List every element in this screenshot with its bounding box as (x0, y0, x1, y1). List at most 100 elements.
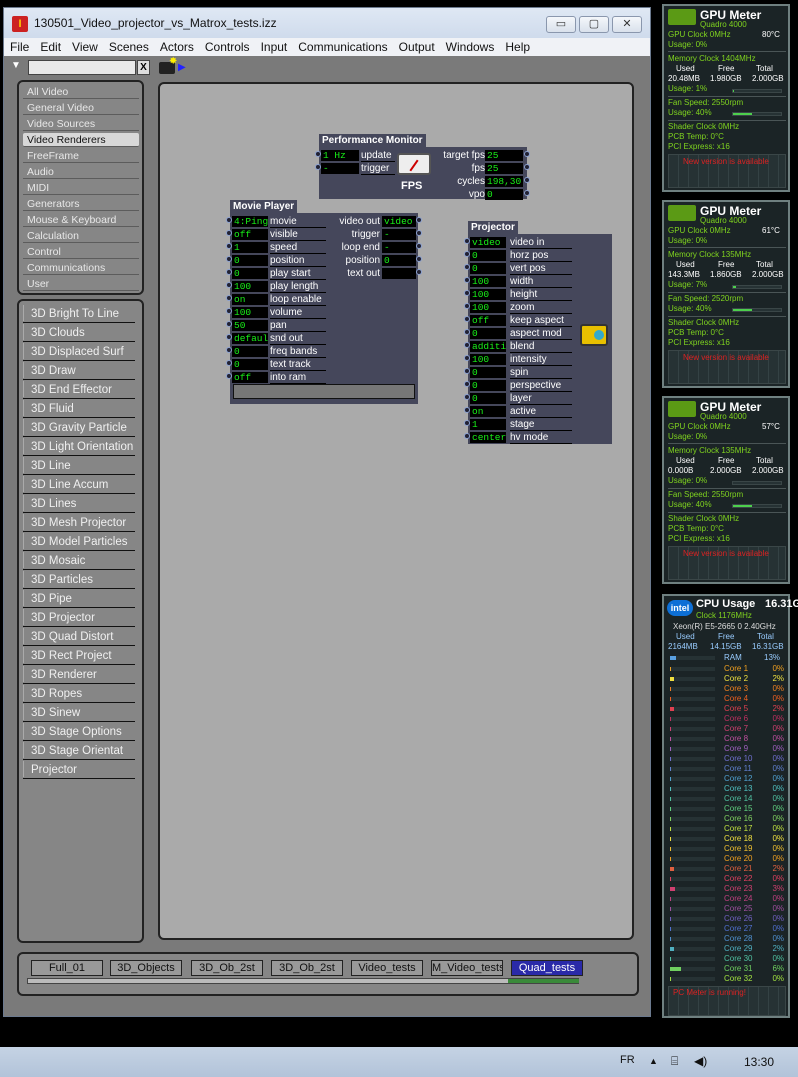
input-value-field[interactable]: on (470, 406, 506, 417)
actor-list-item[interactable]: 3D Light Orientation (23, 438, 135, 456)
scene-tab[interactable]: Quad_tests (511, 960, 583, 976)
category-item[interactable]: Mouse & Keyboard (23, 213, 139, 227)
scene-tab[interactable]: 3D_Objects (110, 960, 182, 976)
category-item[interactable]: User (23, 277, 139, 291)
input-value-field[interactable]: 100 (470, 302, 506, 313)
input-value-field[interactable]: additive (470, 341, 506, 352)
input-value-field[interactable]: on (232, 294, 268, 305)
output-port-dot[interactable] (524, 190, 530, 196)
scene-scroll-bar[interactable] (27, 978, 579, 984)
input-value-field[interactable]: 0 (232, 255, 268, 266)
category-item[interactable]: Control (23, 245, 139, 259)
input-value-field[interactable]: 0 (232, 346, 268, 357)
menu-view[interactable]: View (67, 38, 103, 56)
menu-scenes[interactable]: Scenes (104, 38, 154, 56)
output-port-dot[interactable] (416, 269, 422, 275)
scene-tab[interactable]: 3D_Ob_2st (191, 960, 263, 976)
input-value-field[interactable]: off (232, 372, 268, 383)
actor-list-item[interactable]: 3D Renderer (23, 666, 135, 684)
input-value-field[interactable]: 0 (470, 263, 506, 274)
actor-list-item[interactable]: 3D Bright To Line (23, 305, 135, 323)
new-version-notice[interactable]: New version is available (683, 549, 769, 558)
collapse-arrow-icon[interactable]: ▼ (11, 60, 21, 71)
actor-list-item[interactable]: 3D Lines (23, 495, 135, 513)
performance-monitor-actor[interactable]: Performance Monitor FPS 1 Hz update - trigg… (315, 134, 530, 200)
input-value-field[interactable]: 0 (470, 367, 506, 378)
output-port-dot[interactable] (416, 230, 422, 236)
category-item[interactable]: Communications (23, 261, 139, 275)
new-version-notice[interactable]: New version is available (683, 157, 769, 166)
actor-list-item[interactable]: 3D Fluid (23, 400, 135, 418)
actor-list-item[interactable]: Projector (23, 761, 135, 779)
input-value-field[interactable]: - (321, 163, 359, 174)
actor-list-item[interactable]: 3D Rect Project (23, 647, 135, 665)
minimize-button[interactable]: ▭ (546, 16, 576, 33)
category-item[interactable]: Calculation (23, 229, 139, 243)
clear-search-button[interactable]: X (137, 60, 150, 75)
input-value-field[interactable]: 0 (470, 380, 506, 391)
actor-list-item[interactable]: 3D End Effector (23, 381, 135, 399)
scene-tab[interactable]: M_Video_tests (431, 960, 503, 976)
category-item[interactable]: Generators (23, 197, 139, 211)
actor-list-item[interactable]: 3D Draw (23, 362, 135, 380)
menu-help[interactable]: Help (500, 38, 535, 56)
actor-list-item[interactable]: 3D Sinew (23, 704, 135, 722)
actor-list-item[interactable]: 3D Clouds (23, 324, 135, 342)
movie-player-actor[interactable]: Movie Player 4:Ping_movieoffvisible1spee… (226, 200, 422, 404)
input-value-field[interactable]: 50 (232, 320, 268, 331)
output-port-dot[interactable] (524, 151, 530, 157)
actor-list-item[interactable]: 3D Mosaic (23, 552, 135, 570)
close-button[interactable]: ✕ (612, 16, 642, 33)
menu-actors[interactable]: Actors (155, 38, 199, 56)
category-item[interactable]: General Video (23, 101, 139, 115)
input-value-field[interactable]: 4:Ping_ (232, 216, 268, 227)
input-value-field[interactable]: 0 (470, 250, 506, 261)
actor-list-item[interactable]: 3D Model Particles (23, 533, 135, 551)
volume-icon[interactable]: ◀) (694, 1054, 707, 1068)
category-item[interactable]: Video Renderers (23, 133, 139, 147)
actor-list-item[interactable]: 3D Ropes (23, 685, 135, 703)
actor-list-item[interactable]: 3D Quad Distort (23, 628, 135, 646)
category-item[interactable]: MIDI (23, 181, 139, 195)
menu-communications[interactable]: Communications (293, 38, 392, 56)
category-item[interactable]: FreeFrame (23, 149, 139, 163)
input-value-field[interactable]: off (232, 229, 268, 240)
actor-list-item[interactable]: 3D Stage Options (23, 723, 135, 741)
input-value-field[interactable]: video (470, 237, 506, 248)
input-value-field[interactable]: 100 (232, 281, 268, 292)
menu-file[interactable]: File (5, 38, 34, 56)
menu-edit[interactable]: Edit (35, 38, 66, 56)
network-icon[interactable]: ⌸ (671, 1054, 678, 1069)
show-hidden-icons-icon[interactable]: ▲ (649, 1056, 658, 1066)
scene-editor[interactable]: Performance Monitor FPS 1 Hz update - trigg… (158, 82, 634, 940)
actor-list-item[interactable]: 3D Projector (23, 609, 135, 627)
output-port-dot[interactable] (416, 243, 422, 249)
input-value-field[interactable]: 1 (470, 419, 506, 430)
maximize-button[interactable]: ▢ (579, 16, 609, 33)
language-indicator[interactable]: FR (620, 1054, 635, 1066)
menu-controls[interactable]: Controls (200, 38, 255, 56)
category-item[interactable]: All Video (23, 85, 139, 99)
scene-tab[interactable]: Full_01 (31, 960, 103, 976)
actor-list-item[interactable]: 3D Line Accum (23, 476, 135, 494)
input-value-field[interactable]: default (232, 333, 268, 344)
input-value-field[interactable]: 0 (232, 268, 268, 279)
new-version-notice[interactable]: New version is available (683, 353, 769, 362)
input-value-field[interactable]: 0 (232, 359, 268, 370)
scene-tab[interactable]: 3D_Ob_2st (271, 960, 343, 976)
input-value-field[interactable]: 100 (470, 354, 506, 365)
input-value-field[interactable]: 100 (470, 289, 506, 300)
projector-actor[interactable]: Projector video video in 0 horz pos 0 vert po… (464, 221, 612, 444)
input-value-field[interactable]: 0 (470, 328, 506, 339)
actor-list-item[interactable]: 3D Mesh Projector (23, 514, 135, 532)
category-item[interactable]: Audio (23, 165, 139, 179)
output-port-dot[interactable] (416, 256, 422, 262)
input-value-field[interactable]: 1 Hz (321, 150, 359, 161)
actor-list-item[interactable]: 3D Displaced Surf (23, 343, 135, 361)
actor-list-item[interactable]: 3D Stage Orientat (23, 742, 135, 760)
menu-output[interactable]: Output (394, 38, 440, 56)
scene-tab[interactable]: Video_tests (351, 960, 423, 976)
menu-windows[interactable]: Windows (441, 38, 500, 56)
input-value-field[interactable]: 0 (470, 393, 506, 404)
taskbar-clock[interactable]: 13:30 (744, 1055, 774, 1069)
